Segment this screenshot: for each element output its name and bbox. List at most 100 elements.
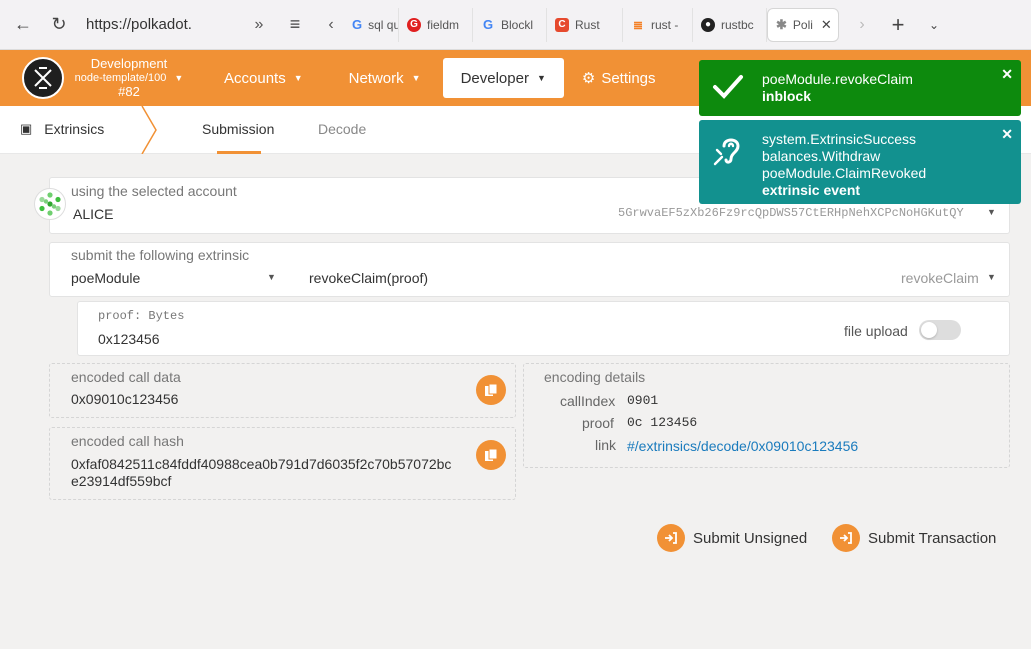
encoded-call-data-label: encoded call data [71,369,181,385]
proof-encoding-value: 0c 123456 [627,415,698,430]
menu-label: Network [348,69,404,87]
grammarly-icon: G [407,17,421,32]
menu-icon[interactable]: ≡ [282,12,308,38]
encoding-details: encoding details callIndex 0901 proof 0c… [523,363,1010,468]
tab-label: rustbc [721,17,754,32]
new-tab-icon[interactable]: + [885,12,911,38]
stackoverflow-icon: ≣ [632,17,644,32]
caret-down-icon: ▼ [267,272,276,282]
menu-developer[interactable]: Developer ▼ [442,58,564,98]
close-icon[interactable]: ✕ [1001,126,1013,143]
google-icon: G [482,17,494,32]
chain-selector[interactable]: Development node-template/100 ▼ #82 [64,57,194,99]
menu-accounts[interactable]: Accounts ▼ [206,58,321,98]
browser-tab[interactable]: ● rustbc [693,7,767,42]
notification-status: extrinsic event [762,182,861,198]
encoded-call-hash: encoded call hash 0xfaf0842511c84fddf409… [49,427,516,500]
github-icon: ● [701,17,715,32]
polkadot-js-logo[interactable] [22,57,64,99]
overflow-chevrons-icon[interactable]: » [246,12,272,38]
reload-icon[interactable]: ↻ [46,12,72,38]
file-upload-label: file upload [844,323,908,339]
toggle-knob [921,322,937,338]
browser-tab[interactable]: G Blockl [473,7,547,42]
caret-down-icon: ▼ [536,73,546,83]
checkmark-icon [713,75,743,99]
tab-scroll-right-icon[interactable]: › [849,12,875,38]
call-value: revokeClaim(proof) [309,270,429,286]
encoded-call-hash-line1: 0xfaf0842511c84fddf40988cea0b791d7d6035f… [71,456,452,472]
notification-event: balances.Withdraw [762,148,881,164]
account-name: ALICE [73,206,114,222]
menu-label: Accounts [224,69,286,87]
close-icon[interactable]: ✕ [1001,66,1013,83]
encoded-call-data-value: 0x09010c123456 [71,391,179,407]
breadcrumb-arrow [141,106,157,154]
section-label: Extrinsics [44,121,105,137]
param-label: proof: Bytes [98,309,185,323]
encoding-details-label: encoding details [544,369,646,385]
tab-scroll-left-icon[interactable]: ‹ [318,12,344,38]
file-upload-toggle[interactable] [919,320,961,340]
encoded-call-hash-line2: e23914df559bcf [71,473,172,489]
copy-icon[interactable] [476,375,506,405]
submit-unsigned-button[interactable]: Submit Unsigned [657,524,807,552]
browser-tab[interactable]: G fieldm [399,7,473,42]
polkadot-icon: ✱ [776,16,787,32]
menu-label: Developer [460,69,529,87]
hearing-icon [713,138,740,166]
param-proof: proof: Bytes 0x123456 file upload [77,301,1010,356]
module-value: poeModule [71,270,141,286]
notification-events: system.ExtrinsicSuccess balances.Withdra… [699,120,1021,204]
callindex-label: callIndex [560,393,616,409]
menu-network[interactable]: Network ▼ [331,58,439,98]
submit-transaction-label: Submit Transaction [868,529,997,547]
section-extrinsics[interactable]: ▣ Extrinsics [20,121,104,137]
url-bar[interactable]: https://polkadot. [86,16,196,33]
tab-list-icon[interactable]: ⌄ [921,12,947,38]
browser-tab[interactable]: ≣ rust - [623,7,693,42]
account-label: using the selected account [71,183,237,199]
tab-label: fieldm [427,17,460,32]
extrinsic-selector: submit the following extrinsic poeModule… [49,242,1010,297]
tab-submission[interactable]: Submission [202,121,274,137]
tab-decode[interactable]: Decode [318,121,366,137]
chain-version: node-template/100 [74,72,167,84]
caret-down-icon: ▼ [987,272,996,282]
extrinsic-label: submit the following extrinsic [71,247,250,263]
browser-tab[interactable]: C Rust [547,7,623,42]
notification-event: poeModule.ClaimRevoked [762,165,927,181]
decode-link[interactable]: #/extrinsics/decode/0x09010c123456 [627,438,858,454]
call-dropdown[interactable]: revokeClaim(proof) revokeClaim ▼ [309,270,999,286]
sign-in-icon [832,524,860,552]
menu-label: Settings [601,69,656,87]
gear-icon: ⚙ [581,70,596,87]
caret-down-icon: ▼ [411,73,421,83]
tab-label: Rust [575,17,600,32]
browser-tab[interactable]: G sql qu [344,7,399,42]
tab-label: Blockl [501,17,534,32]
close-tab-icon[interactable]: ✕ [821,17,832,33]
module-dropdown[interactable]: poeModule ▼ [71,270,281,286]
submit-transaction-button[interactable]: Submit Transaction [832,524,996,552]
account-identicon [34,188,66,220]
notification-inblock: poeModule.revokeClaim inblock ✕ [699,60,1021,116]
copy-icon[interactable] [476,440,506,470]
link-label: link [595,437,617,453]
caret-down-icon: ▼ [987,207,996,217]
submit-unsigned-label: Submit Unsigned [693,529,808,547]
call-name: revokeClaim [901,270,979,286]
tab-label: sql qu [368,17,399,32]
encoded-call-hash-label: encoded call hash [71,433,184,449]
google-icon: G [352,17,363,32]
proof-input[interactable]: 0x123456 [98,331,160,347]
browser-tab-active[interactable]: ✱ Poli ✕ [767,7,839,42]
menu-settings[interactable]: ⚙ Settings [564,58,674,98]
account-address: 5GrwvaEF5zXb26Fz9rcQpDWS57CtERHpNehXCPcN… [618,206,964,220]
chain-name: Development [90,56,168,71]
notification-event: system.ExtrinsicSuccess [762,131,917,147]
encoded-call-data: encoded call data 0x09010c123456 [49,363,516,418]
notification-status: inblock [762,88,812,104]
caret-down-icon: ▼ [174,73,184,83]
back-icon[interactable]: ← [10,12,36,38]
